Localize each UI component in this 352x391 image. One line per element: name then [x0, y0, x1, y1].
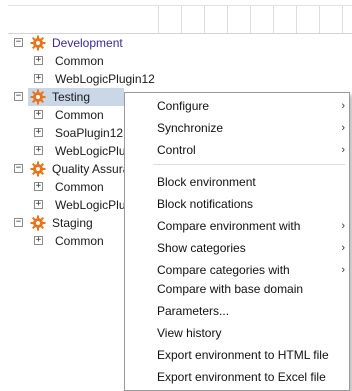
- menu-item-label: Synchronize: [157, 121, 224, 135]
- gear-icon: [30, 89, 46, 105]
- gear-icon: [30, 161, 46, 177]
- header-column[interactable]: [342, 6, 343, 33]
- gear-icon: [30, 35, 46, 51]
- menu-item-label: Compare with base domain: [157, 282, 304, 296]
- environment-label: Testing: [52, 90, 91, 104]
- header-column[interactable]: [227, 6, 228, 33]
- environment-label: Staging: [52, 216, 93, 230]
- collapse-toggle-icon[interactable]: −: [14, 38, 23, 47]
- plugin-label: WebLogicPlugin12: [55, 72, 155, 86]
- expand-toggle-icon[interactable]: +: [34, 128, 43, 137]
- expand-toggle-icon[interactable]: +: [34, 110, 43, 119]
- plugin-label: Common: [55, 108, 104, 122]
- collapse-toggle-icon[interactable]: −: [14, 218, 23, 227]
- collapse-toggle-icon[interactable]: −: [14, 92, 23, 101]
- menu-item-label: Parameters...: [157, 304, 230, 318]
- context-menu: Configure › Synchronize › Control › Block envi…: [124, 92, 350, 391]
- menu-item-block-environment[interactable]: Block environment: [125, 171, 349, 193]
- menu-item-compare-with-base-domain[interactable]: Compare with base domain: [125, 278, 349, 300]
- menu-item-export-environment-to-html-file[interactable]: Export environment to HTML file: [125, 344, 349, 366]
- table-header: [8, 5, 352, 34]
- header-column[interactable]: [296, 6, 297, 33]
- collapse-toggle-icon[interactable]: −: [14, 164, 23, 173]
- tree-node-plugin[interactable]: + Common: [0, 52, 352, 70]
- menu-item-view-history[interactable]: View history: [125, 322, 349, 344]
- submenu-arrow-icon: ›: [341, 100, 345, 112]
- expand-toggle-icon[interactable]: +: [34, 146, 43, 155]
- menu-item-label: Block notifications: [157, 197, 254, 211]
- expand-toggle-icon[interactable]: +: [34, 182, 43, 191]
- expand-toggle-icon[interactable]: +: [34, 74, 43, 83]
- menu-item-parameters[interactable]: Parameters...: [125, 300, 349, 322]
- tree-node-environment[interactable]: − Development: [0, 34, 352, 52]
- menu-item-label: Configure: [157, 99, 210, 113]
- expand-toggle-icon[interactable]: +: [34, 56, 43, 65]
- header-column[interactable]: [204, 6, 205, 33]
- menu-item-label: Export environment to Excel file: [157, 370, 326, 384]
- submenu-arrow-icon: ›: [341, 220, 345, 232]
- plugin-label: Common: [55, 54, 104, 68]
- menu-separator: [153, 164, 345, 165]
- menu-item-label: View history: [157, 326, 222, 340]
- plugin-label: WebLogicPlu: [55, 144, 126, 158]
- header-column[interactable]: [273, 6, 274, 33]
- menu-item-label: Compare environment with: [157, 219, 301, 233]
- tree-node-plugin[interactable]: + WebLogicPlugin12: [0, 70, 352, 88]
- header-column[interactable]: [319, 6, 320, 33]
- environment-label: Development: [52, 36, 123, 50]
- menu-item-block-notifications[interactable]: Block notifications: [125, 193, 349, 215]
- menu-item-label: Compare categories with: [157, 263, 290, 277]
- menu-item-label: Show categories: [157, 241, 246, 255]
- submenu-arrow-icon: ›: [341, 122, 345, 134]
- menu-item-show-categories[interactable]: Show categories ›: [125, 237, 349, 259]
- header-column[interactable]: [250, 6, 251, 33]
- plugin-label: Common: [55, 180, 104, 194]
- menu-item-synchronize[interactable]: Synchronize ›: [125, 117, 349, 139]
- menu-item-label: Control: [157, 143, 196, 157]
- gear-icon: [30, 215, 46, 231]
- menu-item-export-environment-to-excel-file[interactable]: Export environment to Excel file: [125, 366, 349, 388]
- plugin-label: SoaPlugin12: [55, 126, 124, 140]
- menu-item-label: Block environment: [157, 175, 256, 189]
- header-column[interactable]: [181, 6, 182, 33]
- expand-toggle-icon[interactable]: +: [34, 236, 43, 245]
- plugin-label: WebLogicPlu: [55, 198, 126, 212]
- header-column[interactable]: [158, 6, 159, 33]
- environment-label: Quality Assura: [52, 162, 130, 176]
- menu-item-label: Export environment to HTML file: [157, 348, 329, 362]
- submenu-arrow-icon: ›: [341, 144, 345, 156]
- submenu-arrow-icon: ›: [341, 242, 345, 254]
- menu-item-configure[interactable]: Configure ›: [125, 95, 349, 117]
- menu-item-compare-environment-with[interactable]: Compare environment with ›: [125, 215, 349, 237]
- expand-toggle-icon[interactable]: +: [34, 200, 43, 209]
- menu-item-control[interactable]: Control ›: [125, 139, 349, 161]
- plugin-label: Common: [55, 234, 104, 248]
